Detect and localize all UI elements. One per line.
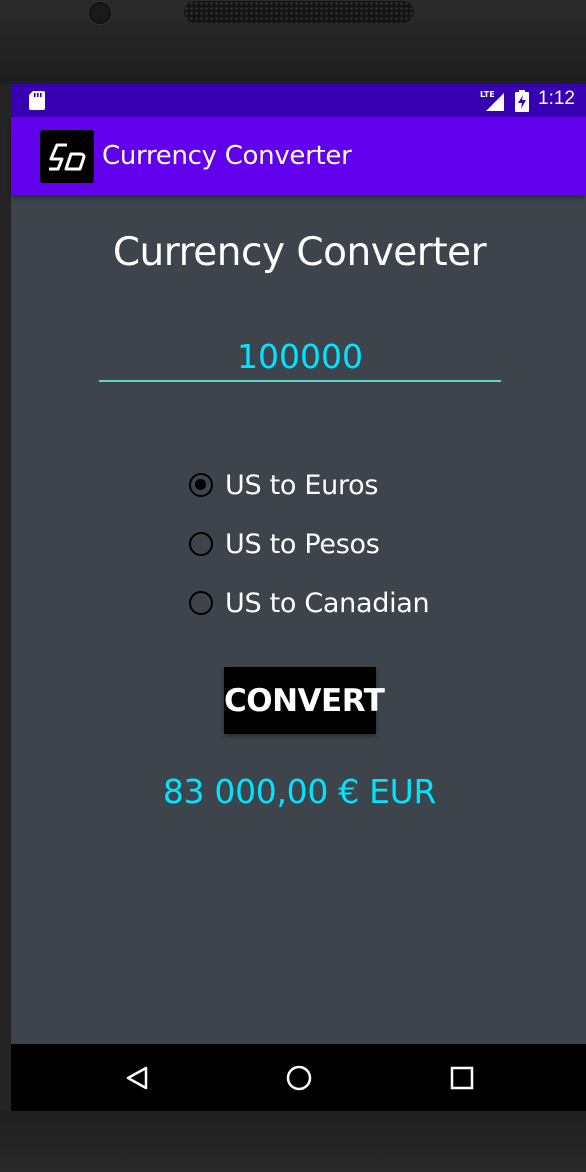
radio-button-unchecked[interactable]: [189, 532, 213, 556]
radio-us-to-canadian[interactable]: US to Canadian: [189, 585, 430, 621]
radio-label: US to Pesos: [225, 528, 380, 560]
front-camera: [89, 2, 111, 24]
home-icon[interactable]: [286, 1065, 312, 1091]
lte-signal-icon: LTE: [480, 90, 504, 111]
svg-text:LTE: LTE: [480, 90, 495, 99]
amount-input[interactable]: [99, 332, 501, 382]
status-bar: LTE 1:12: [11, 84, 586, 117]
battery-charging-icon: [515, 90, 529, 112]
radio-label: US to Canadian: [225, 587, 430, 619]
app-logo-icon: [40, 130, 94, 183]
conversion-result: 83 000,00 € EUR: [162, 772, 437, 811]
radio-button-unchecked[interactable]: [189, 591, 213, 615]
earpiece-speaker: [184, 1, 414, 23]
status-clock: 1:12: [538, 88, 575, 109]
page-heading: Currency Converter: [112, 230, 487, 275]
device-top-bezel: [0, 0, 586, 84]
device-bottom-bezel: [0, 1111, 586, 1172]
radio-us-to-euros[interactable]: US to Euros: [189, 467, 378, 503]
sd-card-icon: [29, 91, 45, 110]
convert-button[interactable]: CONVERT: [224, 667, 385, 734]
device-screen: LTE 1:12 Currency Converter Currency Con…: [11, 84, 586, 1111]
radio-label: US to Euros: [225, 469, 379, 501]
app-title: Currency Converter: [102, 141, 352, 171]
recent-apps-icon[interactable]: [450, 1066, 474, 1090]
back-icon[interactable]: [124, 1065, 150, 1091]
radio-button-checked[interactable]: [189, 473, 213, 497]
app-bar: Currency Converter: [11, 117, 586, 195]
navigation-bar: [11, 1044, 586, 1111]
radio-us-to-pesos[interactable]: US to Pesos: [189, 526, 380, 562]
